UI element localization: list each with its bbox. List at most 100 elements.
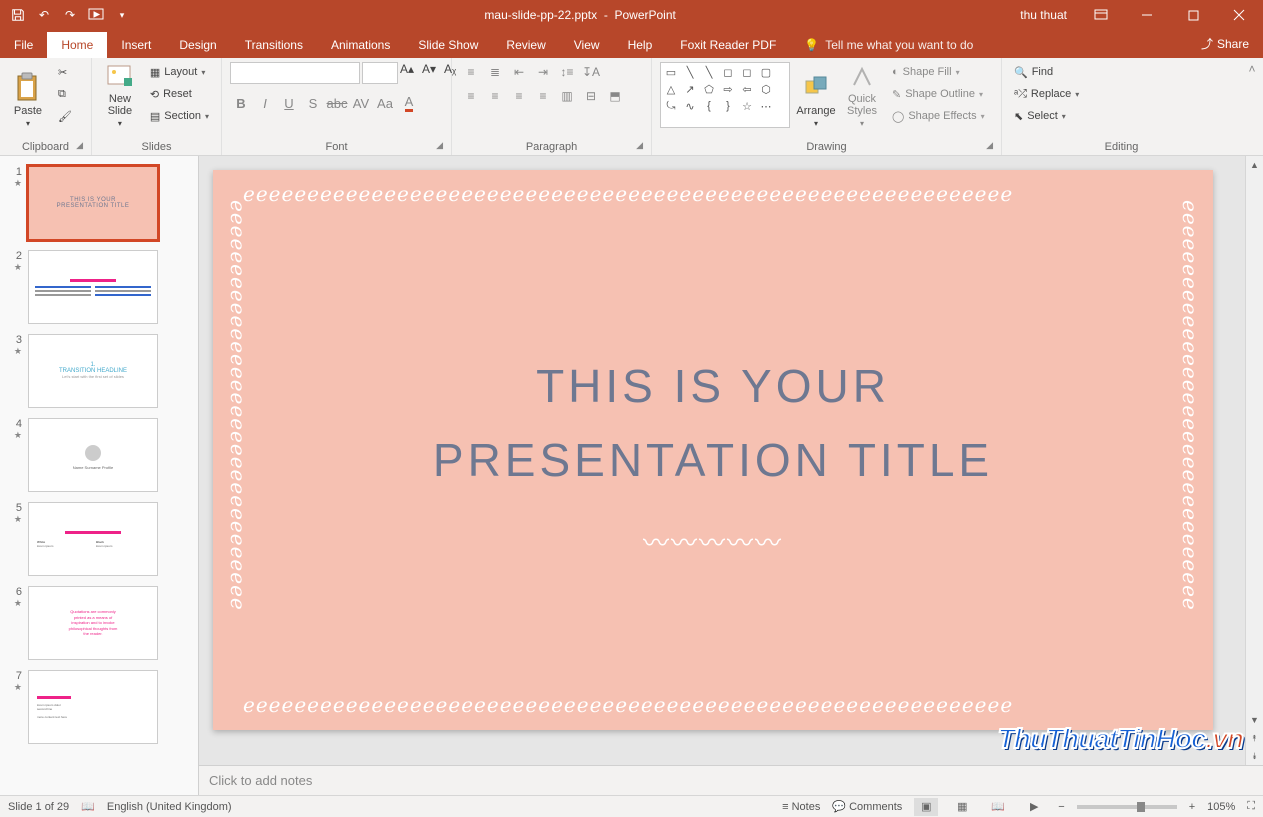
bullets-button[interactable]: ≡ <box>460 62 482 82</box>
zoom-in-icon[interactable]: + <box>1189 801 1195 813</box>
slide-thumbnail-2[interactable] <box>28 250 158 324</box>
zoom-out-icon[interactable]: − <box>1058 801 1064 813</box>
columns-button[interactable]: ▥ <box>556 86 578 106</box>
minimize-icon[interactable] <box>1127 0 1167 30</box>
font-name-input[interactable] <box>230 62 360 84</box>
align-right-button[interactable]: ≡ <box>508 86 530 106</box>
slide-thumbnail-5[interactable]: Whitelorem ipsumBlacklorem ipsum <box>28 502 158 576</box>
shapes-gallery[interactable]: ▭╲╲◻◻▢ △↗⬠⇨⇦⬡ ⤿∿{}☆⋯ <box>660 62 790 128</box>
arrange-button[interactable]: Arrange▾ <box>796 62 836 128</box>
italic-button[interactable]: I <box>254 92 276 114</box>
justify-button[interactable]: ≡ <box>532 86 554 106</box>
undo-icon[interactable]: ↶ <box>32 4 56 26</box>
vertical-scrollbar[interactable]: ▲ ▼ ⯭ ⯯ <box>1245 156 1263 765</box>
next-slide-icon[interactable]: ⯯ <box>1252 747 1257 765</box>
character-spacing-button[interactable]: AV <box>350 92 372 114</box>
quick-styles-button[interactable]: Quick Styles▾ <box>842 62 882 128</box>
line-spacing-button[interactable]: ↕≡ <box>556 62 578 82</box>
language-indicator[interactable]: English (United Kingdom) <box>107 801 232 813</box>
align-left-button[interactable]: ≡ <box>460 86 482 106</box>
tab-review[interactable]: Review <box>492 32 559 58</box>
tab-help[interactable]: Help <box>614 32 667 58</box>
slide-canvas[interactable]: ℯℯℯℯℯℯℯℯℯℯℯℯℯℯℯℯℯℯℯℯℯℯℯℯℯℯℯℯℯℯℯℯℯℯℯℯℯℯℯℯ… <box>199 156 1245 765</box>
reading-view-icon[interactable]: 📖 <box>986 798 1010 816</box>
maximize-icon[interactable] <box>1173 0 1213 30</box>
font-color-button[interactable]: A <box>398 92 420 114</box>
tab-slideshow[interactable]: Slide Show <box>404 32 492 58</box>
slideshow-view-icon[interactable]: ▶ <box>1022 798 1046 816</box>
notes-toggle[interactable]: ≡ Notes <box>782 801 820 813</box>
layout-button[interactable]: ▦Layout▾ <box>146 62 213 82</box>
slide-thumbnail-6[interactable]: Quotations are commonlyprinted as a mean… <box>28 586 158 660</box>
bold-button[interactable]: B <box>230 92 252 114</box>
section-button[interactable]: ▤Section▾ <box>146 106 213 126</box>
reset-button[interactable]: ⟲Reset <box>146 84 213 104</box>
scroll-down-icon[interactable]: ▼ <box>1250 711 1259 729</box>
current-slide[interactable]: ℯℯℯℯℯℯℯℯℯℯℯℯℯℯℯℯℯℯℯℯℯℯℯℯℯℯℯℯℯℯℯℯℯℯℯℯℯℯℯℯ… <box>213 170 1213 730</box>
dialog-launcher-icon[interactable]: ◢ <box>986 140 993 151</box>
slide-sorter-view-icon[interactable]: ▦ <box>950 798 974 816</box>
shape-fill-button[interactable]: ◐Shape Fill▾ <box>888 62 989 82</box>
start-from-beginning-icon[interactable] <box>84 4 108 26</box>
tab-animations[interactable]: Animations <box>317 32 404 58</box>
shape-effects-button[interactable]: ◯Shape Effects▾ <box>888 106 989 126</box>
zoom-slider[interactable] <box>1077 805 1177 809</box>
notes-pane[interactable]: Click to add notes <box>199 765 1263 795</box>
cut-button[interactable]: ✂ <box>54 62 76 82</box>
close-icon[interactable] <box>1219 0 1259 30</box>
align-text-button[interactable]: ⊟ <box>580 86 602 106</box>
slide-thumbnail-7[interactable]: lorem ipsum dolorsecond linemore content… <box>28 670 158 744</box>
qat-customize-icon[interactable]: ▾ <box>110 4 134 26</box>
save-icon[interactable] <box>6 4 30 26</box>
comments-toggle[interactable]: 💬 Comments <box>832 800 902 813</box>
copy-button[interactable]: ⧉ <box>54 84 76 104</box>
normal-view-icon[interactable]: ▣ <box>914 798 938 816</box>
paste-button[interactable]: Paste ▾ <box>8 62 48 128</box>
shape-outline-button[interactable]: ✎Shape Outline▾ <box>888 84 989 104</box>
increase-indent-button[interactable]: ⇥ <box>532 62 554 82</box>
underline-button[interactable]: U <box>278 92 300 114</box>
tab-foxit[interactable]: Foxit Reader PDF <box>666 32 790 58</box>
shadow-button[interactable]: S <box>302 92 324 114</box>
fit-to-window-icon[interactable]: ⛶ <box>1247 800 1255 813</box>
slide-thumbnail-4[interactable]: Name Surname Profile <box>28 418 158 492</box>
tab-design[interactable]: Design <box>165 32 230 58</box>
change-case-button[interactable]: Aa <box>374 92 396 114</box>
tab-home[interactable]: Home <box>47 32 107 58</box>
dialog-launcher-icon[interactable]: ◢ <box>636 140 643 151</box>
increase-font-icon[interactable]: A▴ <box>400 62 420 84</box>
strikethrough-button[interactable]: abc <box>326 92 348 114</box>
dialog-launcher-icon[interactable]: ◢ <box>436 140 443 151</box>
collapse-ribbon-icon[interactable]: ˄ <box>1248 62 1255 76</box>
dialog-launcher-icon[interactable]: ◢ <box>76 140 83 151</box>
redo-icon[interactable]: ↷ <box>58 4 82 26</box>
smartart-button[interactable]: ⬒ <box>604 86 626 106</box>
numbering-button[interactable]: ≣ <box>484 62 506 82</box>
tab-view[interactable]: View <box>560 32 614 58</box>
slide-thumbnails-pane[interactable]: 1★ THIS IS YOURPRESENTATION TITLE 2★ 3★ … <box>0 156 199 795</box>
spellcheck-icon[interactable]: 📖 <box>81 800 95 813</box>
format-painter-button[interactable]: 🖌 <box>54 106 76 126</box>
replace-button[interactable]: ᵃ⤮Replace▾ <box>1010 84 1083 104</box>
ribbon-display-options-icon[interactable] <box>1081 0 1121 30</box>
font-size-input[interactable] <box>362 62 398 84</box>
tab-insert[interactable]: Insert <box>107 32 165 58</box>
tell-me-search[interactable]: 💡 Tell me what you want to do <box>790 32 987 58</box>
new-slide-button[interactable]: New Slide ▾ <box>100 62 140 128</box>
find-button[interactable]: 🔍Find <box>1010 62 1083 82</box>
text-direction-button[interactable]: ↧A <box>580 62 602 82</box>
zoom-level[interactable]: 105% <box>1207 801 1235 813</box>
slide-thumbnail-1[interactable]: THIS IS YOURPRESENTATION TITLE <box>28 166 158 240</box>
slide-counter[interactable]: Slide 1 of 29 <box>8 801 69 813</box>
previous-slide-icon[interactable]: ⯭ <box>1252 729 1257 747</box>
tab-transitions[interactable]: Transitions <box>231 32 317 58</box>
slide-thumbnail-3[interactable]: 1.TRANSITION HEADLINELet's start with th… <box>28 334 158 408</box>
scroll-up-icon[interactable]: ▲ <box>1250 156 1259 174</box>
share-button[interactable]: ⤴ Share <box>1187 29 1263 58</box>
decrease-indent-button[interactable]: ⇤ <box>508 62 530 82</box>
tab-file[interactable]: File <box>0 32 47 58</box>
select-button[interactable]: ⬉Select▾ <box>1010 106 1083 126</box>
decrease-font-icon[interactable]: A▾ <box>422 62 442 84</box>
align-center-button[interactable]: ≡ <box>484 86 506 106</box>
slide-title-text[interactable]: This is your presentation title <box>213 350 1213 497</box>
